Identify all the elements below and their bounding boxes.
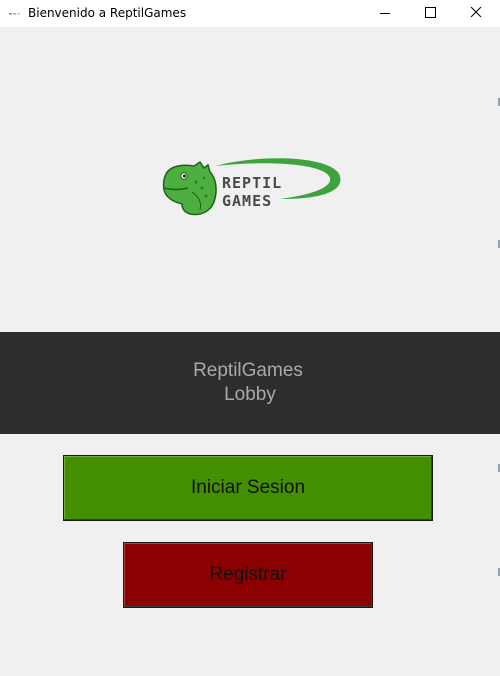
lobby-banner: ReptilGames Lobby bbox=[0, 332, 500, 434]
app-window: Bienvenido a ReptilGames REPTIL GAMES Re… bbox=[0, 0, 500, 676]
window-title: Bienvenido a ReptilGames bbox=[28, 6, 187, 20]
title-bar[interactable]: Bienvenido a ReptilGames bbox=[0, 0, 500, 27]
app-icon bbox=[9, 13, 20, 15]
register-button[interactable]: Registrar bbox=[123, 542, 373, 608]
maximize-icon bbox=[425, 7, 436, 18]
close-icon bbox=[470, 6, 482, 18]
minimize-button[interactable] bbox=[362, 0, 408, 27]
logo-text-games: GAMES bbox=[222, 192, 273, 210]
logo-text-reptil: REPTIL bbox=[222, 174, 283, 192]
minimize-icon bbox=[380, 13, 390, 14]
iguana-icon bbox=[162, 160, 217, 216]
login-button[interactable]: Iniciar Sesion bbox=[63, 455, 433, 521]
banner-subtitle: Lobby bbox=[224, 384, 276, 405]
banner-title: ReptilGames bbox=[193, 360, 303, 381]
maximize-button[interactable] bbox=[408, 0, 454, 27]
close-button[interactable] bbox=[454, 0, 500, 27]
